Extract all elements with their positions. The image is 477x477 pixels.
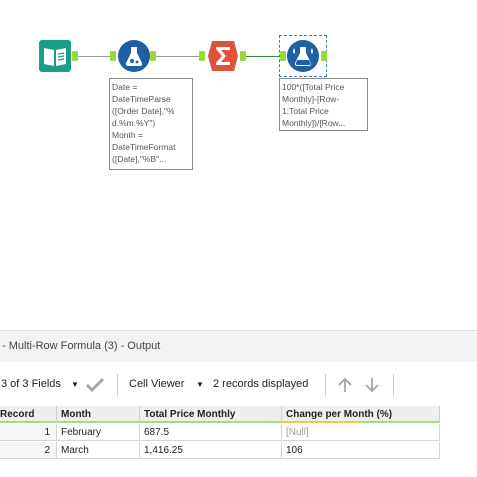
toolbar-divider bbox=[393, 374, 394, 396]
checkmark-icon[interactable] bbox=[86, 378, 104, 392]
results-header: - Multi-Row Formula (3) - Output bbox=[0, 330, 477, 363]
row-number: 1 bbox=[0, 424, 57, 441]
column-header-record[interactable]: Record bbox=[0, 406, 57, 423]
fields-selector[interactable]: 3 of 3 Fields bbox=[1, 378, 61, 390]
table-cell-month[interactable]: March bbox=[57, 442, 140, 459]
table-cell-change[interactable]: 106 bbox=[282, 442, 440, 459]
row-number: 2 bbox=[0, 442, 57, 459]
input-anchor[interactable] bbox=[199, 51, 205, 61]
table-cell-total[interactable]: 687.5 bbox=[140, 424, 282, 441]
table-cell-total[interactable]: 1,416.25 bbox=[140, 442, 282, 459]
connection-line bbox=[155, 56, 203, 57]
formula-annotation: Date = DateTimeParse ([Order Date],"% d.… bbox=[109, 78, 193, 170]
summarize-tool[interactable] bbox=[206, 39, 240, 73]
chevron-down-icon[interactable]: ▼ bbox=[71, 380, 79, 389]
column-header-total-price-monthly[interactable]: Total Price Monthly bbox=[140, 406, 282, 423]
book-icon bbox=[39, 40, 71, 72]
toolbar-divider bbox=[117, 374, 118, 396]
output-anchor[interactable] bbox=[72, 51, 78, 61]
header-quality-bar bbox=[0, 421, 56, 423]
workflow-canvas[interactable]: Date = DateTimeParse ([Order Date],"% d.… bbox=[0, 0, 477, 330]
cell-viewer-button[interactable]: Cell Viewer bbox=[129, 378, 184, 390]
chevron-down-icon[interactable]: ▼ bbox=[196, 380, 204, 389]
arrow-up-icon[interactable] bbox=[337, 377, 353, 393]
records-count: 2 records displayed bbox=[213, 378, 309, 390]
flask-icon bbox=[118, 40, 150, 72]
arrow-down-icon[interactable] bbox=[364, 377, 380, 393]
header-quality-bar bbox=[57, 421, 139, 423]
formula-tool[interactable] bbox=[117, 39, 151, 73]
column-header-change-per-month[interactable]: Change per Month (%) bbox=[282, 406, 440, 423]
sigma-icon bbox=[208, 41, 238, 71]
header-quality-bar bbox=[282, 421, 439, 423]
output-anchor[interactable] bbox=[240, 51, 246, 61]
table-cell-month[interactable]: February bbox=[57, 424, 140, 441]
output-anchor[interactable] bbox=[150, 51, 156, 61]
input-data-tool[interactable] bbox=[38, 39, 72, 73]
flask-drops-icon bbox=[287, 40, 319, 72]
table-cell-change[interactable]: [Null] bbox=[282, 424, 440, 441]
column-header-month[interactable]: Month bbox=[57, 406, 140, 423]
connection-line bbox=[243, 56, 283, 57]
output-anchor[interactable] bbox=[321, 51, 327, 61]
multi-row-formula-tool[interactable] bbox=[286, 39, 320, 73]
header-quality-bar bbox=[140, 421, 281, 423]
toolbar-divider bbox=[325, 374, 326, 396]
results-toolbar: 3 of 3 Fields ▼ Cell Viewer ▼ 2 records … bbox=[0, 362, 477, 406]
multi-row-annotation: 100*([Total Price Monthly]-[Row- 1:Total… bbox=[279, 78, 368, 131]
results-title: - Multi-Row Formula (3) - Output bbox=[2, 340, 161, 352]
input-anchor[interactable] bbox=[110, 51, 116, 61]
